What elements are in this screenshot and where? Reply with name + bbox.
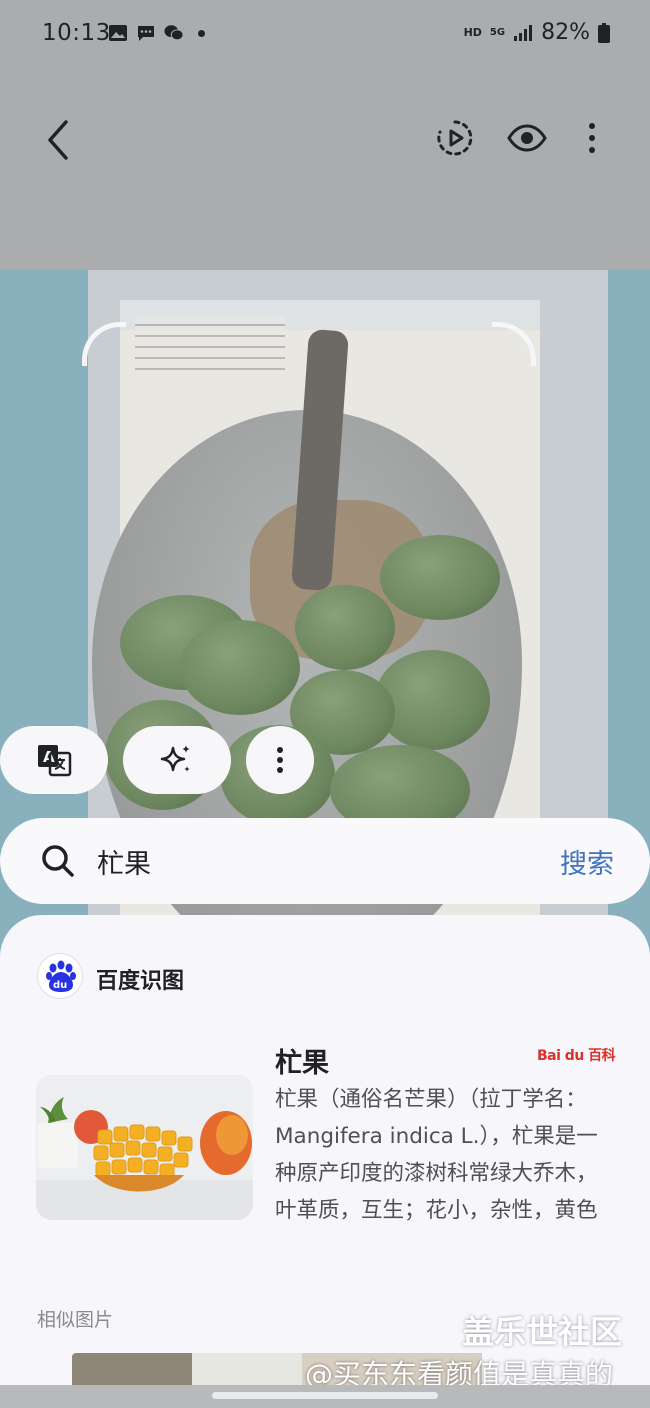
more-vert-icon[interactable]: [572, 118, 612, 158]
eye-icon[interactable]: [506, 118, 548, 158]
gesture-handle[interactable]: [212, 1392, 438, 1399]
search-icon: [42, 845, 74, 877]
result-description: 杧果（通俗名芒果）（拉丁学名：Mangifera indica L.），杧果是一…: [275, 1087, 598, 1223]
status-bar: 10:13 HD 5G 82%: [0, 0, 650, 70]
provider-name: 百度识图: [96, 969, 185, 994]
mango-fruit: [180, 620, 300, 715]
svg-text:du: du: [53, 980, 67, 991]
similar-images-label: 相似图片: [37, 1309, 114, 1331]
search-button[interactable]: 搜索: [560, 842, 614, 881]
wechat-notification-icon: [164, 25, 184, 41]
baidu-logo: du: [37, 953, 83, 999]
system-indicators: HD 5G 82%: [464, 20, 610, 45]
mango-fruit: [380, 535, 500, 620]
motion-photo-icon[interactable]: [435, 118, 475, 158]
search-bar[interactable]: 杧果 搜索: [0, 818, 650, 904]
more-options-button[interactable]: [246, 726, 314, 794]
battery-percent: 82%: [541, 20, 590, 45]
gallery-notification-icon: [109, 25, 127, 41]
signal-icon: [514, 24, 533, 41]
notification-icons: [108, 23, 205, 43]
back-button[interactable]: [42, 118, 78, 162]
message-notification-icon: [138, 26, 154, 41]
paper-printed-text: [135, 315, 285, 375]
more-vert-icon: [277, 747, 283, 773]
result-title[interactable]: 杧果: [275, 1041, 329, 1080]
5g-indicator: 5G: [489, 26, 506, 38]
hd-indicator: HD: [463, 26, 482, 39]
translate-icon: A: [38, 745, 72, 777]
mango-photo: [36, 1075, 253, 1220]
battery-icon: [598, 22, 610, 43]
result-thumbnail[interactable]: [36, 1075, 253, 1220]
baidu-paw-icon: du: [46, 960, 76, 992]
watermark-community: 盖乐世社区: [462, 1313, 623, 1351]
app-bar: [0, 70, 650, 270]
navigation-bar: [0, 1385, 650, 1408]
sparkle-icon: [160, 745, 190, 772]
search-query[interactable]: 杧果: [97, 842, 151, 881]
more-notifications-dot: [198, 29, 205, 37]
baidu-baike-badge: Bai du 百科: [537, 1048, 616, 1064]
mango-fruit: [295, 585, 395, 670]
status-time: 10:13: [42, 20, 111, 46]
translate-button[interactable]: A: [0, 726, 108, 794]
ai-sparkle-button[interactable]: [123, 726, 231, 794]
